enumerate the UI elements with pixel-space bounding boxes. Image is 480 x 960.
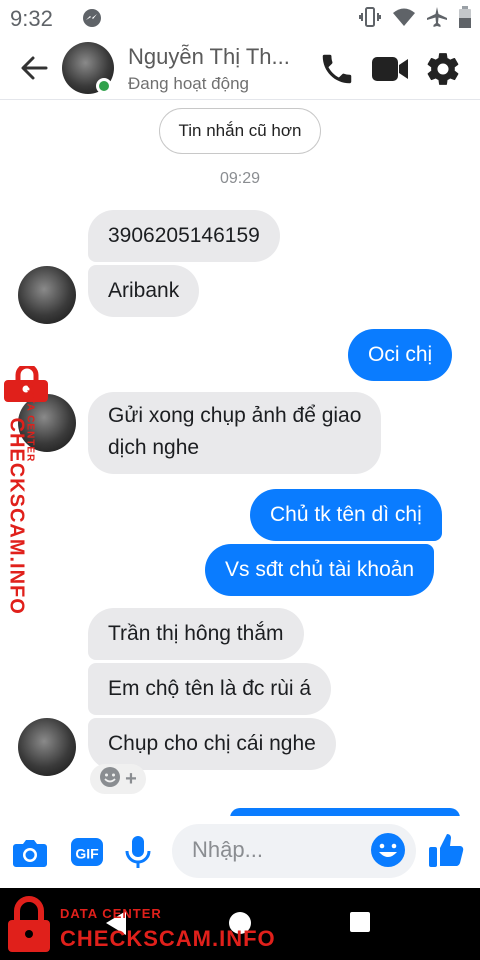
message-timestamp: 09:29 [219,170,261,187]
smiley-icon [99,766,121,793]
back-arrow-icon[interactable] [16,50,52,86]
wifi-icon [392,7,416,32]
watermark-lock-icon-bottom [8,896,50,952]
message-bubble-outgoing[interactable]: Oci chị [348,329,453,381]
message-bubble-incoming[interactable]: 3906205146159 [88,210,280,262]
contact-status: Đang hoạt động [128,74,249,93]
status-icons [358,6,472,33]
online-indicator [96,78,112,94]
contact-name[interactable]: Nguyễn Thị Th... [128,44,290,70]
like-thumbs-up-icon[interactable] [426,830,466,870]
camera-icon[interactable] [10,832,50,872]
emoji-icon[interactable] [370,832,406,868]
sender-avatar[interactable] [18,266,76,324]
older-messages-button[interactable]: Tin nhắn cũ hơn [159,108,321,154]
message-bubble-incoming[interactable]: Trần thị hông thắm [88,608,304,660]
watermark-bottom-subtitle: DATA CENTER [60,906,162,921]
message-input-placeholder: Nhập... [192,837,263,862]
message-bubble-incoming[interactable]: Gửi xong chụp ảnh để giao dịch nghe [88,392,382,474]
message-input[interactable]: Nhập... [172,824,416,878]
nav-recents-icon[interactable] [350,912,370,932]
message-bubble-incoming[interactable]: Chụp cho chị cái nghe [88,718,336,770]
message-bubble-incoming[interactable]: Aribank [88,265,200,317]
conversation-header: Nguyễn Thị Th... Đang hoạt động [0,36,480,100]
plus-label: + [125,767,137,790]
message-bubble-outgoing[interactable]: Chủ tk tên dì chị [250,489,442,541]
message-text-line: dịch nghe [108,436,200,459]
status-bar: 9:32 [0,0,480,36]
watermark-bottom-title: CHECKSCAM.INFO [60,926,276,951]
watermark-side: DATA CENTER CHECKSCAM.INFO [2,363,58,615]
add-reaction-button[interactable]: + [90,764,146,794]
message-text-line: Gửi xong chụp ảnh để giao [108,404,362,427]
vibrate-icon [358,6,382,33]
airplane-mode-icon [426,6,448,33]
watermark-side-title: CHECKSCAM.INFO [5,417,28,615]
video-call-icon[interactable] [370,50,408,88]
messenger-notification-icon [82,8,102,33]
microphone-icon[interactable] [118,832,158,872]
sender-avatar[interactable] [18,718,76,776]
gif-icon[interactable]: GIF [68,832,108,872]
gif-label: GIF [75,846,99,862]
message-bubble-outgoing[interactable]: Vs sđt chủ tài khoản [205,544,435,596]
message-composer: GIF Nhập... [0,816,480,888]
settings-gear-icon[interactable] [424,50,462,88]
phone-call-icon[interactable] [318,50,356,88]
battery-icon [458,6,472,33]
message-bubble-incoming[interactable]: Em chộ tên là đc rùi á [88,663,332,715]
status-time: 9:32 [10,6,53,31]
watermark-bottom: DATA CENTER CHECKSCAM.INFO [6,896,306,956]
